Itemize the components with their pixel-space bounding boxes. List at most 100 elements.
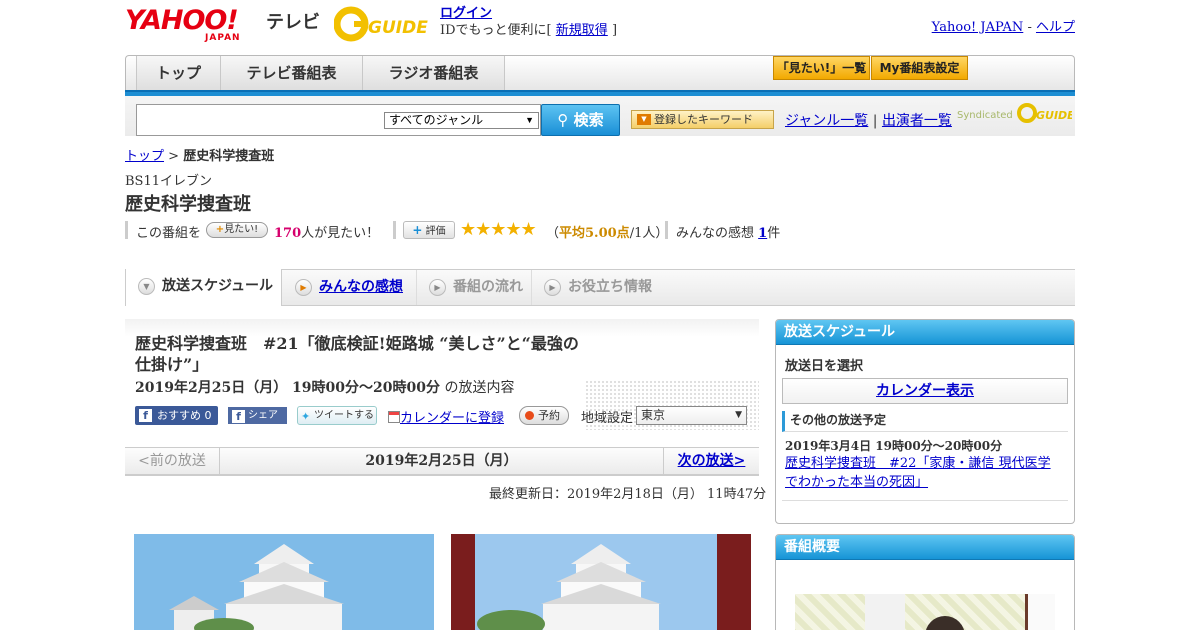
castle-image [134,534,434,630]
search-links: ジャンル一覧 | 出演者一覧 [785,110,952,130]
keyword-button[interactable]: ▼ 登録したキーワード [631,110,774,129]
next-broadcast-link[interactable]: 次の放送> [678,453,746,469]
tab-schedule-label: 放送スケジュール [162,278,274,294]
calendar-button-link[interactable]: カレンダー表示 [876,383,974,399]
nav-tab-radio[interactable]: ラジオ番組表 [363,56,505,91]
login-link[interactable]: ログイン [440,6,492,21]
overview-image-panel [865,594,905,630]
episode-date-suffix: の放送内容 [444,380,515,396]
yahoo-japan-text: JAPAN [205,33,241,43]
tab-info-label: お役立ち情報 [568,279,652,295]
mitai-count: 170 [274,226,302,241]
syndicated-gguide: Syndicated GUIDE [957,102,1075,127]
login-sub-prefix: IDでもっと便利に[ [440,23,552,38]
other-broadcast-date: 2019年3月4日 19時00分～20時00分 [785,439,1003,453]
tab-reviews-label: みんなの感想 [319,279,403,295]
tweet-button[interactable]: ✦ ツイートする [297,406,377,425]
channel-name: BS11イレブン [125,174,213,189]
facebook-icon: f [232,410,245,423]
kanso-count-link[interactable]: 1 [758,226,767,241]
page-title: 歴史科学捜査班 [125,194,251,215]
nav-tab-top[interactable]: トップ [136,56,221,91]
fb-recommend-label: おすすめ 0 [157,409,212,422]
other-broadcast-label: その他の放送予定 [782,411,1068,432]
syndicated-label: Syndicated [957,110,1013,121]
rate-button[interactable]: + 評価 [403,221,455,239]
overview-image-frame [1025,594,1055,630]
select-date-label: 放送日を選択 [785,359,864,374]
plus-icon: + [215,224,225,235]
overview-image [795,594,1055,630]
play-icon: ▶ [295,279,312,296]
kanso-label: みんなの感想 [676,226,755,241]
sidebar-overview-title: 番組概要 [776,535,1074,560]
chevron-down-icon: ▼ [735,410,742,420]
rating-count: /1人） [629,226,669,241]
fb-share-label: シェア [248,410,278,421]
search-button-label: 検索 [573,111,604,129]
reserve-button[interactable]: 予約 [519,406,569,425]
mitai-button[interactable]: +見たい! [206,222,268,238]
genre-list-link[interactable]: ジャンル一覧 [785,113,868,129]
yahoo-logo[interactable]: YAHOO! JAPAN [125,6,260,44]
calendar-register-link[interactable]: カレンダーに登録 [400,411,504,426]
my-table-button[interactable]: My番組表設定 [871,56,968,80]
record-dot-icon [525,411,534,420]
login-area: ログイン IDでもっと便利に[ 新規取得 ] [440,5,617,39]
program-meta-row: この番組を +見たい! 170人が見たい！ + 評価 ★★★★★ （平均5.00… [125,219,825,241]
search-button[interactable]: ⚲ 検索 [541,104,620,136]
breadcrumb-top[interactable]: トップ [125,149,164,164]
episode-date: 2019年2月25日（月） 19時00分～20時00分 の放送内容 [135,377,514,397]
genre-select-value: すべてのジャンル [389,113,484,127]
cast-list-link[interactable]: 出演者一覧 [882,113,952,129]
mitai-suffix: 人が見たい！ [301,226,380,241]
tv-label[interactable]: テレビ [266,8,320,34]
gguide-logo[interactable]: GUIDE [333,6,434,42]
facebook-share-button[interactable]: f シェア [228,407,287,424]
episode-image-2 [451,534,751,630]
castle-image [451,534,751,630]
kanso-unit: 件 [767,226,781,241]
divider [125,221,128,239]
gguide-logo-icon: GUIDE [333,6,428,42]
other-broadcast-item: 歴史科学捜査班 #22「家康・謙信 現代医学でわかった本当の死因」 [782,454,1068,501]
breadcrumb-current: 歴史科学捜査班 [183,149,275,164]
sidebar-schedule: 放送スケジュール 放送日を選択 カレンダー表示 その他の放送予定 2019年3月… [775,319,1075,524]
help-link[interactable]: ヘルプ [1036,20,1075,35]
rating-open: （ [546,226,560,241]
region-value: 東京 [641,408,666,422]
calendar-register: カレンダーに登録 [388,407,504,426]
plus-icon: + [412,223,423,237]
play-icon: ▶ [429,279,446,296]
top-links-sep: - [1027,20,1032,35]
search-icon: ⚲ [557,111,569,129]
svg-text:GUIDE: GUIDE [368,18,428,38]
sidebar-schedule-title: 放送スケジュール [776,320,1074,345]
other-broadcast-link[interactable]: 歴史科学捜査班 #22「家康・謙信 現代医学でわかった本当の死因」 [785,456,1051,490]
genre-select[interactable]: すべてのジャンル ▼ [384,112,539,129]
tab-schedule[interactable]: ▼ 放送スケジュール [125,269,282,306]
gguide-small-icon: GUIDE [1016,103,1075,123]
mitai-prefix: この番組を [136,226,202,241]
svg-text:GUIDE: GUIDE [1036,109,1072,122]
tweet-label: ツイートする [314,410,374,421]
twitter-bird-icon: ✦ [301,410,311,423]
chevron-down-icon: ▼ [525,115,534,125]
rating-summary: （平均5.00点/1人） [546,222,668,241]
region-select[interactable]: 東京 ▼ [636,406,747,425]
mitai-list-button[interactable]: 「見たい!」一覧 [773,56,870,80]
tab-reviews[interactable]: ▶ みんなの感想 [283,270,417,305]
nav-tab-tv[interactable]: テレビ番組表 [221,56,363,91]
yahoo-japan-link[interactable]: Yahoo! JAPAN [932,20,1024,35]
rating-average: 平均5.00点 [559,226,630,241]
rating-stars: ★★★★★ [460,219,537,240]
mitai-button-label: 見たい! [224,224,259,235]
calendar-icon [388,411,400,423]
overview-image-person [925,616,965,630]
play-icon: ▶ [544,279,561,296]
register-link[interactable]: 新規取得 [556,23,608,38]
tab-info: ▶ お役立ち情報 [532,270,667,305]
calendar-button[interactable]: カレンダー表示 [782,378,1068,404]
breadcrumb: トップ > 歴史科学捜査班 [125,145,274,164]
facebook-recommend-button[interactable]: f おすすめ 0 [135,406,218,425]
